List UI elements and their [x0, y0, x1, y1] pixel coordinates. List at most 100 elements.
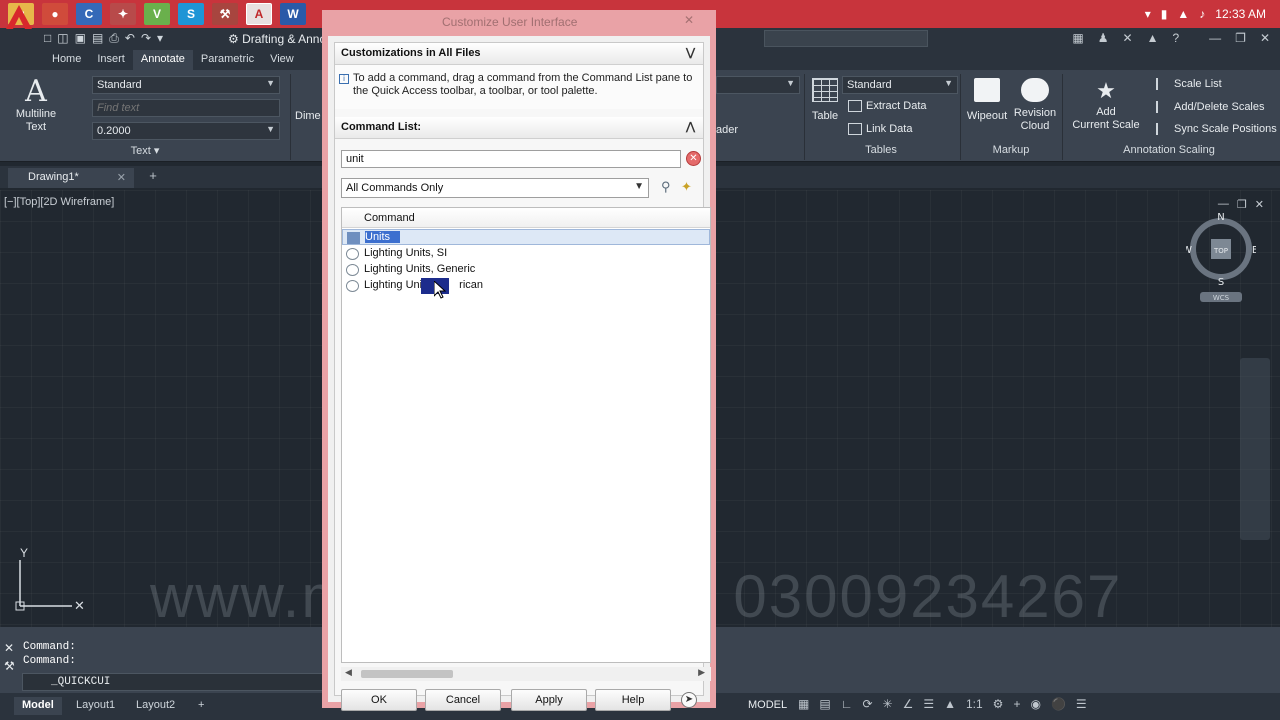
workspace-switcher[interactable]: ⚙ Drafting & Anno: [228, 32, 326, 46]
extract-data-button[interactable]: Extract Data: [848, 100, 927, 113]
command-input[interactable]: _QUICKCUI: [22, 673, 342, 691]
otrack-icon[interactable]: ∠: [903, 697, 914, 711]
table-button[interactable]: Table: [808, 78, 842, 122]
dropdown-icon[interactable]: ▾: [157, 31, 163, 46]
binoculars-icon[interactable]: ▦: [1072, 31, 1083, 45]
save-icon[interactable]: ▣: [75, 31, 86, 46]
tab-view[interactable]: View: [262, 50, 302, 70]
help-icon[interactable]: ?: [1172, 31, 1179, 45]
add-layout-button[interactable]: +: [190, 697, 212, 715]
command-row-lighting-american[interactable]: Lighting Unit rican: [342, 278, 710, 294]
ok-button[interactable]: OK: [341, 689, 417, 711]
text-panel-footer[interactable]: Text ▾: [0, 144, 290, 162]
restore-icon[interactable]: ❐: [1235, 31, 1246, 45]
autodesk-icon[interactable]: ▲: [1147, 31, 1159, 45]
markup-panel-footer[interactable]: Markup: [962, 144, 1060, 162]
add-current-scale-button[interactable]: ★ Add Current Scale: [1068, 78, 1144, 132]
redo-icon[interactable]: ↷: [141, 31, 151, 46]
autocad-logo[interactable]: [2, 0, 36, 48]
leader-style-combo[interactable]: ▼: [716, 76, 800, 94]
table-style-combo[interactable]: Standard ▼: [842, 76, 958, 94]
chevron-up-icon[interactable]: ⋀: [686, 120, 695, 133]
layout-tab-layout1[interactable]: Layout1: [68, 697, 123, 715]
gear-icon[interactable]: ⚙: [993, 697, 1004, 711]
add-delete-scales-button[interactable]: Add/Delete Scales: [1156, 101, 1265, 114]
tables-panel-footer[interactable]: Tables: [806, 144, 956, 162]
speaker-icon[interactable]: ♪: [1199, 7, 1205, 21]
plus-icon[interactable]: +: [1013, 697, 1020, 711]
clock[interactable]: 12:33 AM: [1215, 7, 1266, 21]
osnap-icon[interactable]: ✳: [883, 697, 893, 711]
viewport-controls-label[interactable]: [−][Top][2D Wireframe]: [4, 196, 114, 208]
navigation-bar[interactable]: [1240, 358, 1270, 540]
close-command-line-icon[interactable]: ✕: [4, 641, 14, 655]
layout-tab-layout2[interactable]: Layout2: [128, 697, 183, 715]
multiline-text-button[interactable]: A Multiline Text: [12, 76, 60, 134]
chevron-down-icon[interactable]: ▾: [1145, 7, 1151, 21]
new-tab-button[interactable]: +: [144, 168, 162, 186]
dialog-close-icon[interactable]: ✕: [684, 13, 694, 27]
signal-icon[interactable]: ▲: [1177, 7, 1189, 21]
help-button[interactable]: Help: [595, 689, 671, 711]
apply-button[interactable]: Apply: [511, 689, 587, 711]
menu-icon[interactable]: ☰: [1076, 697, 1087, 711]
plot-icon[interactable]: ⎙: [109, 31, 119, 46]
tool-icon[interactable]: ⚒: [212, 3, 238, 25]
scroll-left-icon[interactable]: ◀: [345, 667, 352, 678]
minimize-icon[interactable]: —: [1209, 31, 1221, 45]
sync-scale-positions-button[interactable]: Sync Scale Positions: [1156, 123, 1277, 136]
tab-parametric[interactable]: Parametric: [193, 50, 262, 70]
horizontal-scrollbar[interactable]: ◀ ▶: [341, 667, 711, 681]
scroll-thumb[interactable]: [361, 670, 453, 678]
command-list[interactable]: Command Units Lighting Units, SI Lightin…: [341, 207, 711, 663]
minimize-icon[interactable]: —: [1218, 198, 1229, 211]
cancel-button[interactable]: Cancel: [425, 689, 501, 711]
find-text-input[interactable]: [92, 99, 280, 117]
skype-icon[interactable]: S: [178, 3, 204, 25]
restore-icon[interactable]: ❐: [1237, 198, 1247, 211]
link-data-button[interactable]: Link Data: [848, 123, 912, 136]
close-tab-icon[interactable]: ✕: [117, 171, 126, 184]
leader-label[interactable]: ader: [716, 124, 738, 136]
battery-icon[interactable]: ▮: [1161, 7, 1168, 21]
chrome-icon[interactable]: ●: [42, 3, 68, 25]
command-list-header[interactable]: Command List: ⋀: [335, 117, 703, 139]
command-search-input[interactable]: unit: [341, 150, 681, 168]
layout-tab-model[interactable]: Model: [14, 697, 62, 715]
lineweight-icon[interactable]: ☰: [923, 697, 934, 711]
undo-icon[interactable]: ↶: [125, 31, 135, 46]
text-style-combo[interactable]: Standard ▼: [92, 76, 280, 94]
text-height-combo[interactable]: 0.2000 ▼: [92, 122, 280, 140]
command-row-units[interactable]: Units: [342, 229, 710, 245]
ccleaner-icon[interactable]: C: [76, 3, 102, 25]
command-filter-dropdown[interactable]: All Commands Only ▼: [341, 178, 649, 198]
user-icon[interactable]: ♟: [1098, 31, 1109, 45]
scroll-right-icon[interactable]: ▶: [698, 667, 705, 678]
viewcube[interactable]: TOP N S E W WCS: [1186, 212, 1256, 302]
command-row-lighting-generic[interactable]: Lighting Units, Generic: [342, 262, 710, 278]
tab-home[interactable]: Home: [44, 50, 89, 70]
workspace-icon[interactable]: ◉: [1030, 697, 1040, 711]
close-icon[interactable]: ✕: [1255, 198, 1264, 211]
command-column-header[interactable]: Command: [342, 208, 710, 228]
revision-cloud-button[interactable]: Revision Cloud: [1012, 78, 1058, 133]
snap-icon[interactable]: ▤: [819, 697, 830, 711]
document-tab[interactable]: Drawing1* ✕: [8, 168, 134, 188]
isolate-icon[interactable]: ⚫: [1051, 697, 1066, 711]
find-command-icon[interactable]: ⚲: [661, 179, 671, 195]
command-row-lighting-si[interactable]: Lighting Units, SI: [342, 246, 710, 262]
infocenter-search[interactable]: [764, 30, 928, 47]
ortho-icon[interactable]: ∟: [841, 697, 853, 711]
model-space-toggle[interactable]: MODEL: [748, 699, 787, 711]
customizations-section-header[interactable]: Customizations in All Files ⋁: [335, 43, 703, 65]
app-icon[interactable]: ✦: [110, 3, 136, 25]
open-icon[interactable]: ◫: [57, 31, 68, 46]
exchange-icon[interactable]: ✕: [1123, 31, 1133, 45]
wipeout-button[interactable]: Wipeout: [964, 78, 1010, 122]
expand-dialog-icon[interactable]: ➤: [681, 692, 697, 708]
tab-insert[interactable]: Insert: [89, 50, 133, 70]
wrench-icon[interactable]: ⚒: [4, 659, 15, 673]
saveas-icon[interactable]: ▤: [92, 31, 103, 46]
scale-list-button[interactable]: Scale List: [1156, 78, 1222, 91]
annotation-scaling-footer[interactable]: Annotation Scaling: [1064, 144, 1274, 162]
